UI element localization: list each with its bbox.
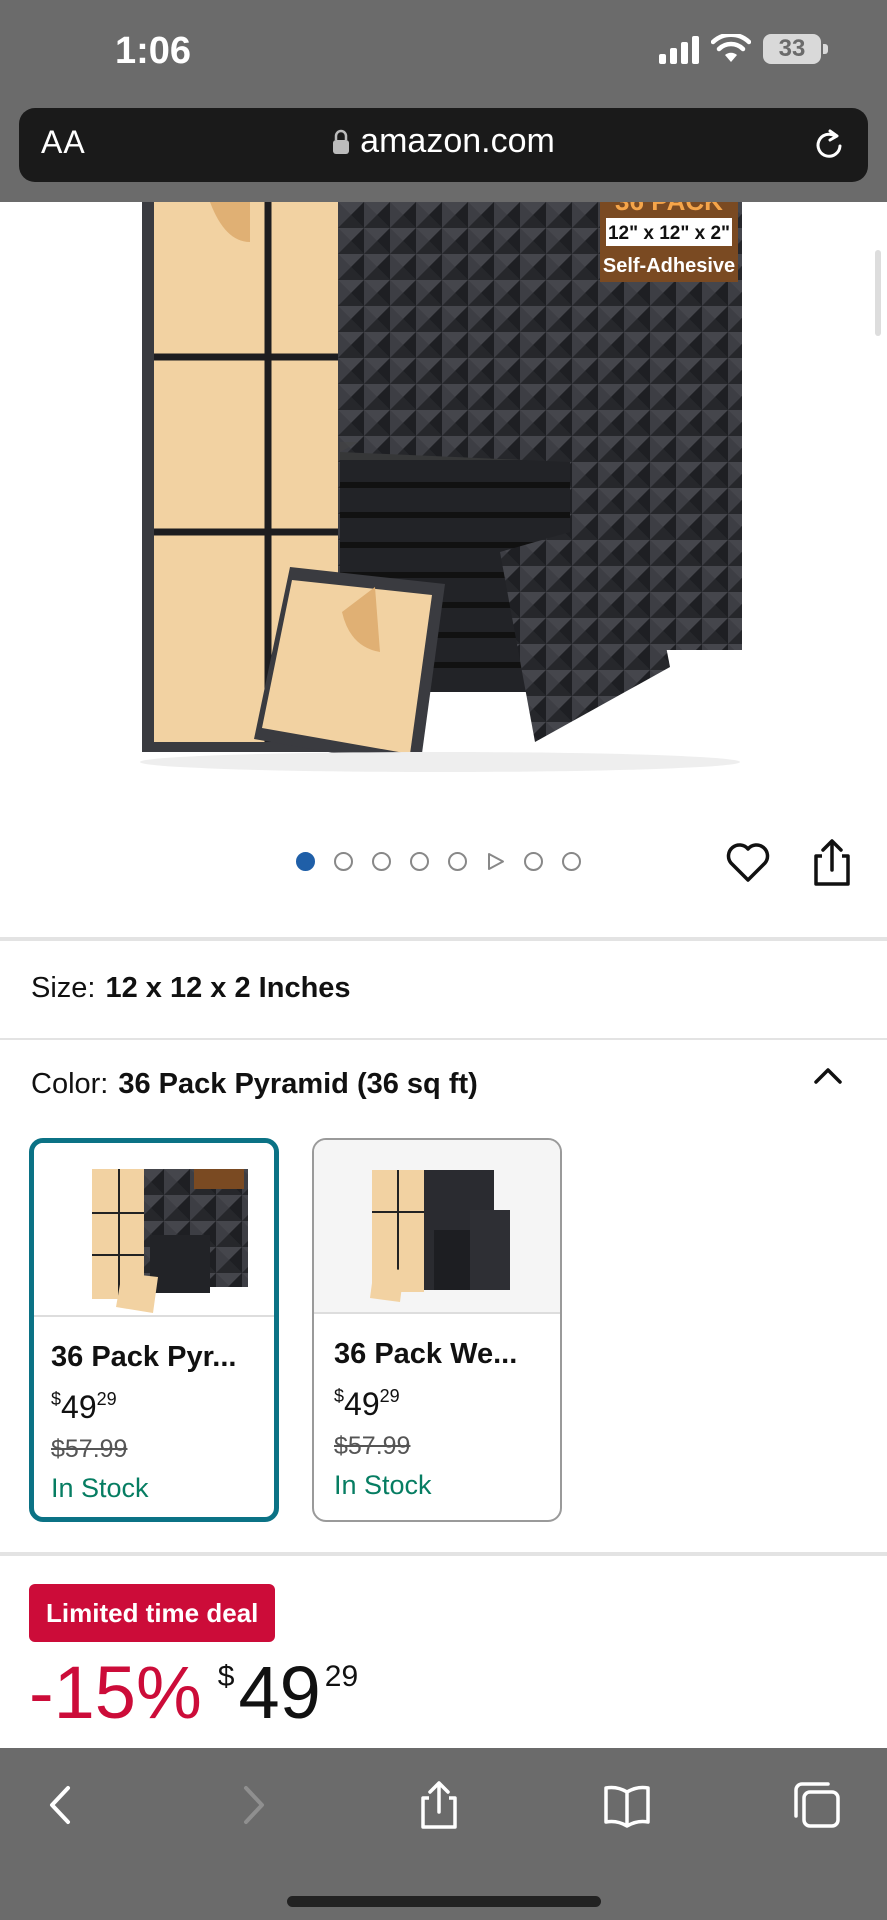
heart-icon[interactable] [725, 840, 771, 886]
browser-top-chrome: 1:06 33 AA amazon.com [0, 0, 887, 202]
divider [0, 1038, 887, 1040]
carousel-dot[interactable] [334, 852, 353, 871]
color-swatch-wedge[interactable]: 36 Pack We... $4929 $57.99 In Stock [312, 1138, 562, 1522]
size-value: 12 x 12 x 2 Inches [105, 972, 351, 1004]
swatch-list-price: $57.99 [334, 1432, 411, 1460]
divider [0, 1552, 887, 1556]
tabs-icon[interactable] [792, 1780, 842, 1830]
swatch-thumbnail [34, 1143, 274, 1317]
badge-size: 12" x 12" x 2" [608, 223, 730, 244]
size-selector[interactable]: Size: 12 x 12 x 2 Inches [31, 972, 351, 1005]
browser-toolbar [0, 1748, 887, 1920]
swatch-price: $4929 [334, 1386, 400, 1422]
share-icon[interactable] [414, 1780, 464, 1830]
carousel-dot[interactable] [410, 852, 429, 871]
forward-icon[interactable] [228, 1780, 278, 1830]
discount-percent: -15% [29, 1651, 202, 1734]
cellular-signal-icon [659, 34, 699, 64]
url-domain: amazon.com [360, 122, 555, 160]
address-bar[interactable]: AA amazon.com [19, 108, 868, 182]
carousel-dot[interactable] [524, 852, 543, 871]
status-time: 1:06 [115, 30, 192, 72]
carousel-dot[interactable] [296, 852, 315, 871]
carousel-dot[interactable] [372, 852, 391, 871]
price-symbol: $ [217, 1660, 235, 1693]
carousel-dot[interactable] [448, 852, 467, 871]
home-indicator[interactable] [287, 1896, 601, 1907]
color-swatch-pyramid[interactable]: 36 Pack Pyr... $4929 $57.99 In Stock [29, 1138, 279, 1522]
acoustic-panels-image: 36 PACK 12" x 12" x 2" Self-Adhesive [140, 186, 742, 772]
badge-adhesive: Self-Adhesive [603, 255, 735, 277]
swatch-list-price: $57.99 [51, 1435, 128, 1463]
divider [0, 937, 887, 941]
url-display[interactable]: amazon.com [19, 122, 868, 161]
lock-icon [333, 129, 350, 154]
chevron-up-icon[interactable] [812, 1064, 844, 1086]
price-fraction: 29 [324, 1660, 359, 1693]
color-label: Color: [31, 1068, 109, 1100]
battery-level: 33 [778, 35, 806, 62]
wifi-icon [711, 34, 751, 62]
share-icon[interactable] [810, 838, 854, 888]
swatch-title: 36 Pack Pyr... [51, 1341, 237, 1373]
swatch-thumbnail [314, 1140, 560, 1314]
deal-price: -15% $ 49 29 [29, 1648, 358, 1738]
carousel-dot[interactable] [562, 852, 581, 871]
status-icons: 33 [659, 34, 828, 64]
color-value: 36 Pack Pyramid (36 sq ft) [118, 1068, 478, 1100]
limited-deal-badge: Limited time deal [29, 1584, 276, 1642]
scroll-indicator [875, 250, 881, 336]
battery-icon: 33 [763, 34, 828, 64]
size-label: Size: [31, 972, 96, 1004]
video-play-icon[interactable] [486, 852, 505, 871]
bookmarks-icon[interactable] [602, 1780, 652, 1830]
color-selector[interactable]: Color: 36 Pack Pyramid (36 sq ft) [31, 1068, 478, 1101]
price-whole: 49 [238, 1651, 321, 1734]
back-icon[interactable] [36, 1780, 86, 1830]
swatch-price: $4929 [51, 1389, 117, 1425]
swatch-availability: In Stock [334, 1470, 432, 1500]
badge-pack: 36 PACK [615, 202, 723, 216]
product-image[interactable]: 36 PACK 12" x 12" x 2" Self-Adhesive [0, 186, 887, 802]
image-carousel-dots[interactable] [296, 852, 581, 871]
swatch-title: 36 Pack We... [334, 1338, 518, 1370]
page-root: 1:06 33 AA amazon.com 12" x 12" x 2" Sel… [0, 0, 887, 1920]
reload-icon[interactable] [810, 126, 848, 164]
swatch-availability: In Stock [51, 1473, 149, 1503]
